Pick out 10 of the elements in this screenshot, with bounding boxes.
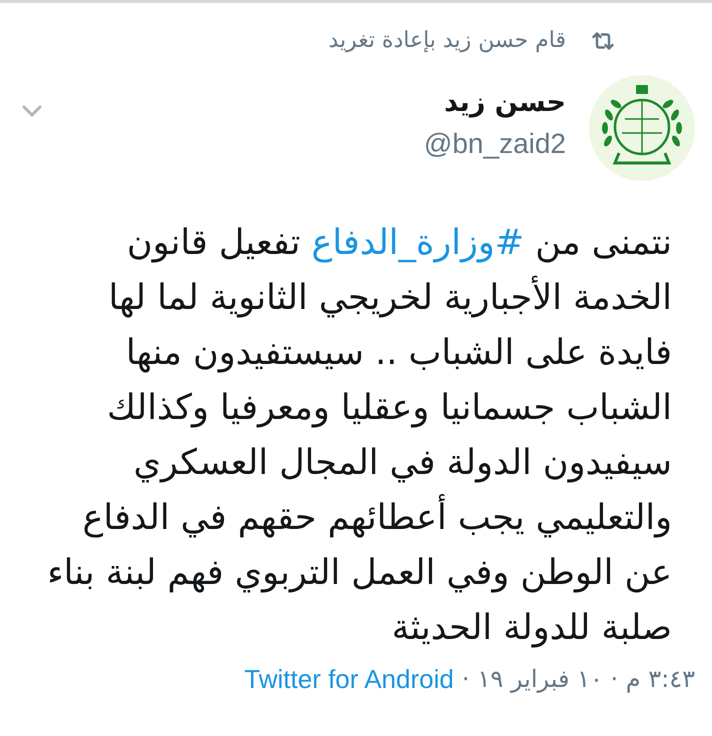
tweet-text: نتمنى من #وزارة_الدفاع تفعيل قانون الخدمة الأجبارية لخريجي الثانوية لما لها فايدة على الشباب .. سيستفيدون منها الشباب جسمانيا وعقليا ومعرفيا وكذالك سيفيدون الدولة في المجال العسكري والتعليمي يجب أعطائهم حقهم في الدفاع عن الوطن وفي العمل التربوي فهم لبنة بناء صلبة للدولة الحديثة [46,222,673,650]
avatar-emblem[interactable] [589,75,695,181]
separator-dot: · [462,667,470,691]
hashtag-link[interactable]: #وزارة_الدفاع [311,223,524,263]
retweet-context: قام حسن زيد بإعادة تغريد [328,30,566,52]
author-name[interactable]: حسن زيد [444,89,566,116]
source-link[interactable]: Twitter for Android [244,666,454,692]
tweet-timestamp: ٣:٤٣ م · ١٠ فبراير ١٩ [477,667,695,691]
author-handle[interactable]: @bn_zaid2 [424,130,566,158]
retweet-icon [592,32,614,50]
